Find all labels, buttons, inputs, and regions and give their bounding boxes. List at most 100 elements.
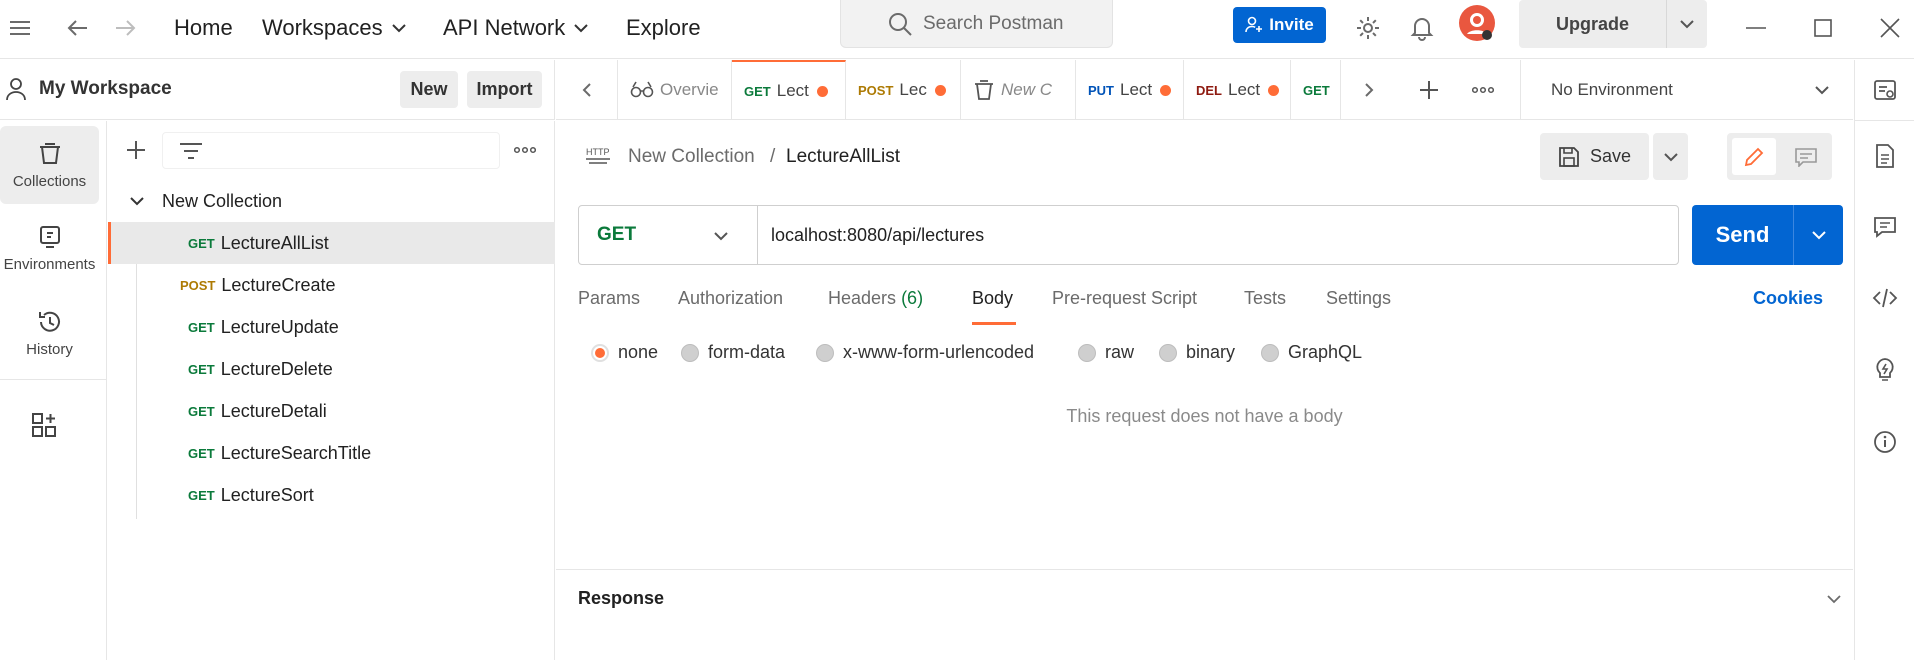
request-item[interactable]: GET LectureDelete [108,348,555,390]
save-options-dropdown[interactable] [1653,133,1688,180]
maximize-icon[interactable] [1805,10,1841,46]
tab-tests[interactable]: Tests [1244,288,1286,309]
radio-binary[interactable]: binary [1159,342,1235,363]
tab-headers[interactable]: Headers (6) [828,288,923,309]
documentation-icon[interactable] [1871,142,1899,170]
forward-arrow-icon[interactable] [108,10,144,46]
nav-workspaces[interactable]: Workspaces [262,10,407,46]
comment-icon [1795,147,1817,167]
import-button[interactable]: Import [467,71,542,108]
rail-collections[interactable]: Collections [0,126,99,204]
url-input[interactable]: localhost:8080/api/lectures [758,225,1678,246]
more-options-icon[interactable] [514,146,536,154]
request-item[interactable]: POST LectureCreate [108,264,555,306]
request-item[interactable]: GET LectureSort [108,474,555,516]
avatar[interactable] [1458,4,1496,42]
edit-mode-button[interactable] [1732,138,1776,175]
tab-body[interactable]: Body [972,288,1013,309]
tab-headers-label: Headers [828,288,897,308]
request-item[interactable]: GET LectureAllList [108,222,555,264]
code-icon[interactable] [1871,284,1899,312]
new-button[interactable]: New [400,71,458,108]
radio-indicator [591,343,609,362]
search-postman-input[interactable]: Search Postman [840,0,1113,48]
more-tabs-icon[interactable] [1472,86,1494,94]
upgrade-dropdown[interactable] [1667,0,1707,48]
radio-graphql[interactable]: GraphQL [1261,342,1362,363]
rail-history-label: History [26,340,73,358]
request-item[interactable]: GET LectureDetali [108,390,555,432]
lightbulb-icon[interactable] [1871,356,1899,384]
tab-label: Lec [899,80,927,99]
cookies-link[interactable]: Cookies [1753,288,1823,309]
environment-quick-look-icon[interactable] [1871,76,1899,104]
radio-raw[interactable]: raw [1078,342,1134,363]
tab-post-lecture[interactable]: POST Lec [846,60,961,120]
nav-api-network-label: API Network [443,15,566,40]
scroll-tabs-left[interactable] [556,60,618,120]
new-tab-plus-icon[interactable] [1418,79,1440,101]
environment-label: No Environment [1551,80,1673,99]
comments-icon[interactable] [1871,213,1899,241]
method-select[interactable]: GET [579,206,758,264]
empty-body-message: This request does not have a body [1066,406,1343,426]
save-button[interactable]: Save [1540,133,1649,180]
tab-overview[interactable]: Overvie [618,60,732,120]
nav-api-network[interactable]: API Network [443,10,589,46]
collection-item[interactable]: New Collection [108,180,555,222]
comment-mode-button[interactable] [1784,138,1828,175]
tab-new-collection[interactable]: New C [961,60,1076,120]
configure-workbench-icon[interactable] [31,412,57,438]
tab-params[interactable]: Params [578,288,640,309]
chevron-right-icon[interactable] [1364,82,1374,98]
add-person-icon [1245,16,1263,33]
minimize-icon[interactable] [1738,10,1774,46]
request-item[interactable]: GET LectureUpdate [108,306,555,348]
radio-none[interactable]: none [591,342,658,363]
rail-environments[interactable]: Environments [0,209,99,287]
chevron-down-icon [130,196,144,205]
radio-form-data[interactable]: form-data [681,342,785,363]
request-title[interactable]: LectureAllList [786,146,900,168]
tab-authorization[interactable]: Authorization [678,288,783,309]
back-arrow-icon[interactable] [59,10,95,46]
environment-select[interactable]: No Environment [1520,60,1853,120]
tab-get-partial[interactable]: GET [1291,60,1341,120]
tab-get-lecture[interactable]: GET Lect [732,60,846,120]
bell-icon[interactable] [1404,10,1440,46]
menu-icon[interactable] [2,10,38,46]
tab-del-lecture[interactable]: DEL Lect [1184,60,1291,120]
send-options-dropdown[interactable] [1794,205,1843,265]
tab-settings[interactable]: Settings [1326,288,1391,309]
tab-pre-request-script[interactable]: Pre-request Script [1052,288,1197,309]
chevron-down-icon [391,24,406,33]
rail-history[interactable]: History [0,294,99,372]
invite-button[interactable]: Invite [1233,7,1326,43]
nav-home[interactable]: Home [174,10,233,46]
save-label: Save [1589,146,1632,166]
workspace-name[interactable]: My Workspace [39,78,172,100]
add-icon[interactable] [125,139,147,161]
info-icon[interactable] [1871,428,1899,456]
method-badge: GET [188,487,215,503]
request-item[interactable]: GET LectureSearchTitle [108,432,555,474]
user-icon [6,78,26,101]
settings-gear-icon[interactable] [1350,10,1386,46]
invite-label: Invite [1269,15,1314,34]
close-icon[interactable] [1872,10,1908,46]
radio-indicator [681,343,699,362]
filter-input[interactable] [162,132,500,169]
nav-explore[interactable]: Explore [626,10,701,46]
method-badge: GET [188,235,215,251]
tab-put-lecture[interactable]: PUT Lect [1076,60,1184,120]
title-bar: Home Workspaces API Network Explore Sear… [0,0,1914,59]
send-button[interactable]: Send [1692,205,1843,265]
nav-workspaces-label: Workspaces [262,15,383,40]
chevron-down-icon[interactable] [1827,595,1841,604]
chevron-down-icon [1815,86,1829,95]
upgrade-button[interactable]: Upgrade [1519,0,1707,48]
request-name: LectureCreate [221,274,336,295]
response-panel-header[interactable]: Response [556,569,1853,629]
breadcrumb-collection[interactable]: New Collection [628,146,755,168]
radio-x-www-form-urlencoded[interactable]: x-www-form-urlencoded [816,342,1034,363]
